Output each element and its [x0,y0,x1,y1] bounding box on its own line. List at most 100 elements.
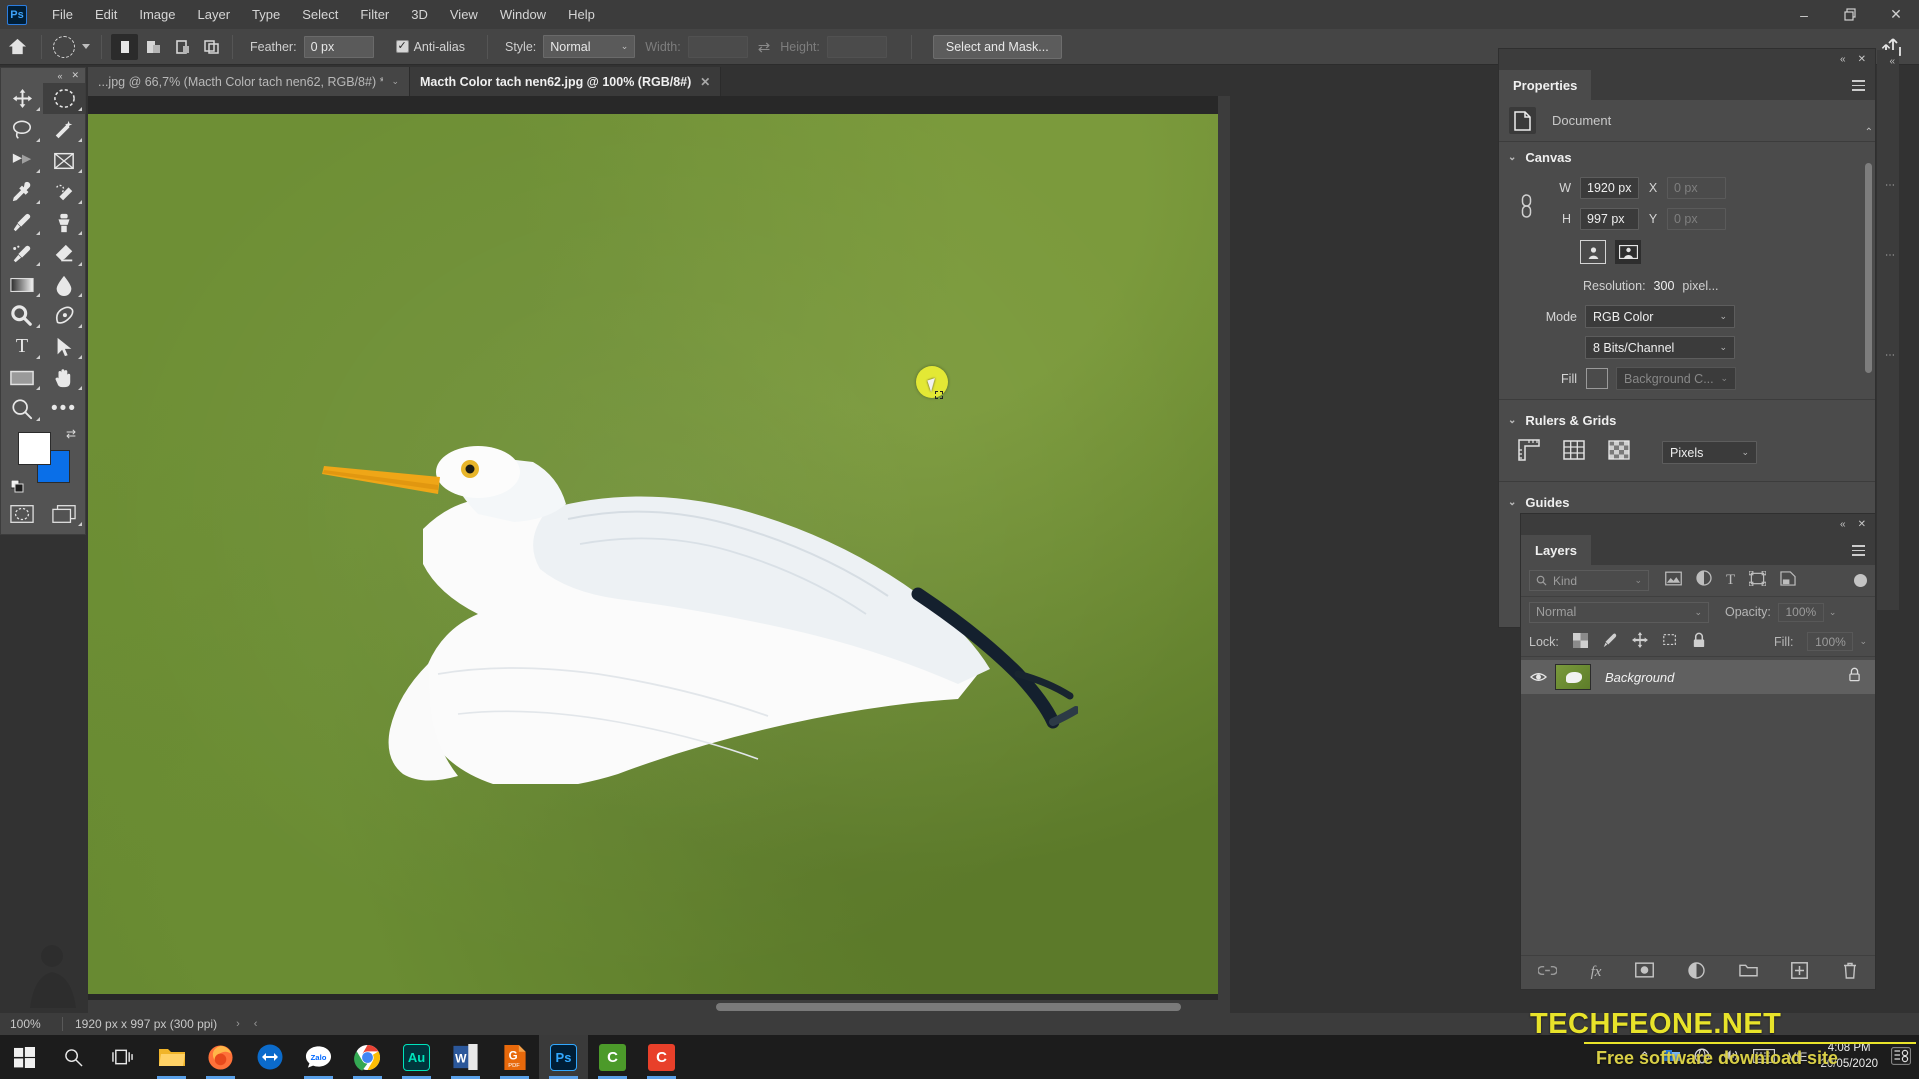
adjustment-filter-icon[interactable] [1696,570,1712,591]
menu-layer[interactable]: Layer [187,0,242,29]
tool-preset-picker[interactable] [49,35,94,58]
edit-toolbar-tool[interactable]: ••• [43,393,85,424]
swap-dimensions-icon[interactable]: ⇄ [758,38,771,56]
anti-alias-checkbox[interactable]: ✓ Anti-alias [395,40,465,54]
width-input[interactable] [687,35,748,58]
onedrive-icon[interactable] [1663,1048,1681,1066]
collapsed-panel-dots-1[interactable]: ⋯ [1885,180,1895,191]
canvas-height-input[interactable]: 997 px [1580,207,1639,230]
close-icon[interactable]: ✕ [1858,54,1866,65]
menu-help[interactable]: Help [557,0,606,29]
lock-icon[interactable] [1848,667,1861,687]
rectangle-tool[interactable] [1,362,43,393]
canvas-y-input[interactable]: 0 px [1667,207,1726,230]
canvas-area[interactable] [88,96,1230,1012]
scrollbar-thumb[interactable] [716,1003,1181,1011]
collapsed-panel-dots-2[interactable]: ⋯ [1885,250,1895,261]
taskbar-app-calculator-green[interactable]: C [588,1035,637,1079]
style-select[interactable]: Normal ⌄ [543,35,636,58]
lock-transparent-pixels-icon[interactable] [1572,632,1588,651]
menu-3d[interactable]: 3D [400,0,439,29]
brush-tool[interactable] [1,207,43,238]
collapse-icon[interactable]: « [1840,519,1846,530]
subtract-from-selection-button[interactable] [169,34,196,60]
chevron-down-icon[interactable]: ⌄ [391,76,399,87]
select-and-mask-button[interactable]: Select and Mask... [932,34,1062,59]
add-to-selection-button[interactable] [140,34,167,60]
properties-scrollbar[interactable] [1865,145,1872,500]
intersect-selection-button[interactable] [198,34,225,60]
status-collapse-icon[interactable]: ‹ [247,1018,265,1030]
section-canvas-header[interactable]: ⌄ Canvas [1499,142,1875,172]
photoshop-logo[interactable]: Ps [7,4,27,25]
scroll-up-icon[interactable]: ⌃ [1865,127,1873,138]
height-input[interactable] [826,35,887,58]
canvas-horizontal-scrollbar[interactable] [88,1000,1230,1013]
hand-tool[interactable] [43,362,85,393]
lock-position-icon[interactable] [1631,632,1648,651]
home-icon[interactable] [0,37,34,56]
lock-all-icon[interactable] [1692,632,1706,651]
close-icon[interactable]: ✕ [1858,519,1866,530]
type-tool[interactable]: T [1,331,43,362]
language-indicator[interactable]: VIE [1788,1050,1807,1064]
collapse-icon[interactable]: « [1840,54,1846,65]
menu-filter[interactable]: Filter [349,0,400,29]
landscape-orientation-icon[interactable] [1615,240,1641,264]
menu-select[interactable]: Select [291,0,349,29]
link-layers-icon[interactable] [1537,964,1558,982]
crop-tool[interactable] [1,145,43,176]
eraser-tool[interactable] [43,238,85,269]
close-icon[interactable]: ✕ [71,70,79,81]
delete-layer-icon[interactable] [1842,962,1858,984]
ruler-units-select[interactable]: Pixels ⌄ [1662,441,1757,464]
close-button[interactable]: ✕ [1873,0,1919,29]
dodge-tool[interactable] [1,300,43,331]
fill-select[interactable]: Background C... ⌄ [1616,367,1736,390]
quick-mask-icon[interactable] [1,498,43,529]
layer-style-fx-icon[interactable]: fx [1591,964,1602,981]
pen-tool[interactable] [43,300,85,331]
menu-window[interactable]: Window [489,0,557,29]
eyedropper-tool[interactable] [1,176,43,207]
grid-icon[interactable] [1562,438,1586,467]
document-tab-1[interactable]: ...jpg @ 66,7% (Macth Color tach nen62, … [88,67,410,96]
windows-start-icon[interactable] [0,1035,49,1079]
blend-mode-select[interactable]: Normal ⌄ [1529,601,1709,623]
collapse-icon[interactable]: « [1889,56,1895,67]
taskbar-app-microsoft-word[interactable]: W [441,1035,490,1079]
tab-properties[interactable]: Properties [1499,70,1592,100]
ruler-icon[interactable] [1517,438,1541,467]
feather-input[interactable]: 0 px [303,35,374,58]
task-view-icon[interactable] [98,1035,147,1079]
magic-wand-tool[interactable] [43,114,85,145]
new-selection-button[interactable] [111,33,138,60]
taskbar-app-zalo[interactable]: Zalo [294,1035,343,1079]
fill-color-swatch[interactable] [1586,368,1608,389]
lasso-tool[interactable] [1,114,43,145]
scrollbar-thumb[interactable] [1865,163,1872,373]
volume-icon[interactable] [1723,1048,1740,1066]
collapsed-panel-strip[interactable]: « ⋯ ⋯ ⋯ [1877,50,1899,610]
smartobject-filter-icon[interactable] [1780,570,1796,591]
adjustment-layer-icon[interactable] [1688,961,1705,984]
fill-input[interactable]: 100% [1807,632,1854,651]
color-mode-select[interactable]: RGB Color ⌄ [1585,305,1735,328]
menu-file[interactable]: File [41,0,84,29]
transparency-grid-icon[interactable] [1607,438,1631,467]
document-tab-2[interactable]: Macth Color tach nen62.jpg @ 100% (RGB/8… [410,67,722,96]
chevron-down-icon[interactable]: ⌄ [1859,636,1867,647]
layer-kind-select[interactable]: Kind ⌄ [1529,570,1649,591]
filter-toggle-icon[interactable] [1854,574,1867,587]
taskbar-app-firefox[interactable] [196,1035,245,1079]
taskbar-app-teamviewer[interactable] [245,1035,294,1079]
frame-tool[interactable] [43,145,85,176]
taskbar-app-red[interactable]: C [637,1035,686,1079]
canvas-width-input[interactable]: 1920 px [1580,176,1639,199]
eye-icon[interactable] [1521,671,1555,683]
minimize-button[interactable]: – [1781,0,1827,29]
gradient-tool[interactable] [1,269,43,300]
clock[interactable]: 4:08 PM 20/05/2020 [1820,1041,1878,1072]
move-tool[interactable] [1,83,43,114]
tray-chevron-up-icon[interactable]: ⌃ [1639,1049,1650,1065]
